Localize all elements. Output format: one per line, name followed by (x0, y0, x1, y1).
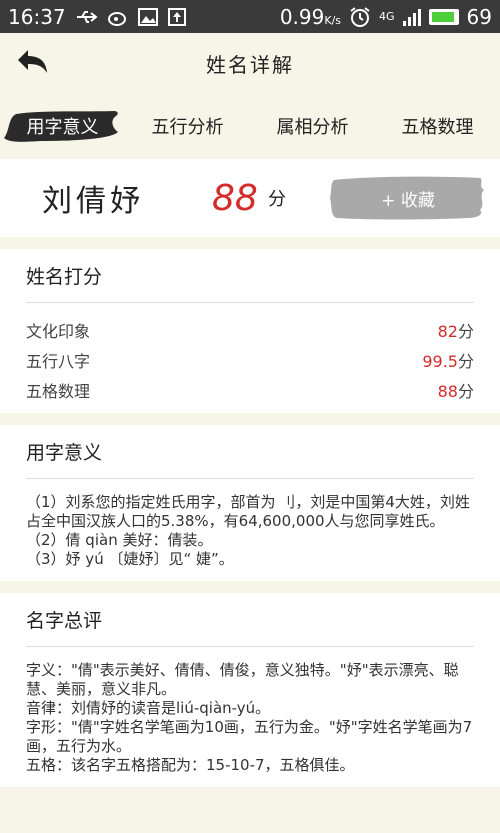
tab-bar: 用字意义 五行分析 属相分析 五格数理 (0, 93, 500, 159)
upload-icon (167, 7, 186, 26)
review-card-title: 名字总评 (26, 593, 474, 647)
name-text: 刘倩妤 (42, 184, 144, 219)
total-score: 88 (212, 177, 258, 219)
signal-icon (402, 8, 421, 26)
tab-five-grids[interactable]: 五格数理 (375, 106, 500, 146)
score-card: 姓名打分 文化印象 82分 五行八字 99.5分 五格数理 88分 (0, 249, 500, 413)
score-row-culture: 文化印象 82分 (26, 322, 474, 341)
battery-icon (428, 8, 459, 25)
status-time: 16:37 (8, 4, 66, 29)
status-bar: 16:37 0.99K/s 4G 69 (0, 0, 500, 33)
meaning-line: （1）刘系您的指定姓氏用字，部首为 刂，刘是中国第4大姓，刘姓占全中国汉族人口的… (26, 493, 470, 530)
usb-icon (76, 10, 98, 23)
review-line: 字形："倩"字姓名学笔画为10画，五行为金。"妤"字姓名学笔画为7画，五行为水。 (26, 718, 473, 755)
app-header: 姓名详解 (0, 33, 500, 93)
image-icon (137, 7, 158, 26)
back-arrow-icon[interactable] (14, 47, 50, 77)
score-card-title: 姓名打分 (26, 249, 474, 303)
weibo-icon (107, 11, 126, 26)
review-line: 字义："倩"表示美好、倩倩、倩俊，意义独特。"妤"表示漂亮、聪慧、美丽，意义非凡… (26, 661, 459, 698)
tab-character-meaning[interactable]: 用字意义 (0, 106, 125, 146)
name-score-row: 刘倩妤 88 分 + 收藏 (0, 159, 500, 237)
meaning-line: （3）妤 yú 〔婕妤〕见“ 婕”。 (26, 550, 234, 568)
meaning-card: 用字意义 （1）刘系您的指定姓氏用字，部首为 刂，刘是中国第4大姓，刘姓占全中国… (0, 425, 500, 581)
alarm-icon (350, 6, 370, 27)
meaning-line: （2）倩 qiàn 美好：倩装。 (26, 531, 213, 549)
meaning-card-title: 用字意义 (26, 425, 474, 479)
tab-zodiac[interactable]: 属相分析 (250, 106, 375, 146)
review-line: 五格：该名字五格搭配为：15-10-7，五格俱佳。 (26, 756, 355, 774)
network-type: 4G (379, 10, 395, 23)
network-speed: 0.99K/s (279, 4, 342, 29)
page-title: 姓名详解 (206, 52, 294, 77)
favorite-button[interactable]: + 收藏 (328, 174, 488, 222)
score-row-bazi: 五行八字 99.5分 (26, 352, 474, 371)
score-unit: 分 (268, 189, 286, 210)
battery-level: 69 (466, 4, 492, 29)
review-card: 名字总评 字义："倩"表示美好、倩倩、倩俊，意义独特。"妤"表示漂亮、聪慧、美丽… (0, 593, 500, 787)
review-line: 音律：刘倩妤的读音是liú-qiàn-yú。 (26, 699, 271, 717)
tab-five-elements[interactable]: 五行分析 (125, 106, 250, 146)
score-row-wuge: 五格数理 88分 (26, 382, 474, 401)
